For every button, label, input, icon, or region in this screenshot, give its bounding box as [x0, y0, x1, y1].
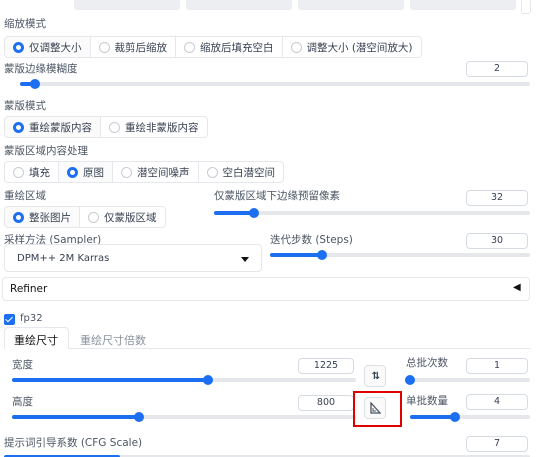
- mask-blur-slider[interactable]: [20, 79, 530, 89]
- radio-selected-icon: [67, 166, 78, 178]
- caret-down-icon: [241, 257, 249, 262]
- masked-content-option[interactable]: 空白潜空间: [198, 161, 284, 183]
- steps-input[interactable]: 30: [466, 233, 528, 249]
- radio-icon: [184, 41, 195, 53]
- steps-label: 迭代步数 (Steps): [270, 234, 353, 246]
- slider-thumb[interactable]: [203, 375, 214, 385]
- cfg-scale-label: 提示词引导系数 (CFG Scale): [4, 437, 143, 449]
- tab-resize-to-label: 重绘尺寸: [14, 334, 58, 347]
- mask-mode-group: 重绘蒙版内容 重绘非蒙版内容: [4, 116, 208, 138]
- batch-count-slider[interactable]: [405, 375, 530, 385]
- height-input[interactable]: 800: [298, 395, 354, 411]
- masked-content-option[interactable]: 填充: [4, 161, 59, 183]
- top-tab[interactable]: [74, 0, 180, 10]
- height-label: 高度: [12, 396, 33, 408]
- masked-content-group: 填充 原图 潜空间噪声 空白潜空间: [4, 161, 284, 183]
- radio-selected-icon: [13, 41, 24, 53]
- triangle-ruler-icon: [370, 402, 381, 414]
- radio-icon: [88, 211, 99, 223]
- radio-icon: [121, 166, 132, 178]
- inpaint-area-group: 整张图片 仅蒙版区域: [4, 206, 166, 228]
- radio-icon: [109, 121, 120, 133]
- mask-blur-input[interactable]: 2: [466, 61, 528, 77]
- tab-resize-by-label[interactable]: 重绘尺寸倍数: [80, 332, 146, 348]
- inpaint-area-label: 重绘区域: [4, 190, 46, 202]
- slider-thumb[interactable]: [317, 250, 327, 260]
- masked-content-label: 蒙版区域内容处理: [4, 145, 88, 157]
- radio-icon: [290, 41, 302, 53]
- top-tab[interactable]: [521, 0, 531, 14]
- aspect-ratio-button[interactable]: [364, 397, 386, 419]
- height-slider[interactable]: [12, 412, 356, 422]
- masked-content-option[interactable]: 潜空间噪声: [113, 161, 199, 183]
- resize-mode-label: 缩放模式: [4, 18, 46, 30]
- inpaint-area-option[interactable]: 整张图片: [4, 206, 80, 228]
- fp32-checkbox[interactable]: [4, 314, 15, 325]
- radio-icon: [206, 166, 218, 178]
- sampler-value: DPM++ 2M Karras: [17, 253, 110, 264]
- swap-vertical-icon: ⇅: [371, 370, 381, 382]
- resize-mode-option[interactable]: 裁剪后缩放: [90, 36, 176, 58]
- refiner-accordion[interactable]: Refiner ◀: [2, 277, 530, 301]
- inpaint-area-option[interactable]: 仅蒙版区域: [80, 206, 166, 228]
- slider-thumb[interactable]: [30, 79, 41, 89]
- resize-mode-option[interactable]: 仅调整大小: [4, 36, 91, 58]
- resize-mode-option[interactable]: 缩放后填充空白: [176, 36, 283, 58]
- radio-icon: [13, 166, 24, 178]
- slider-thumb[interactable]: [248, 208, 259, 218]
- width-label: 宽度: [12, 359, 33, 371]
- batch-count-input[interactable]: 1: [466, 358, 528, 374]
- batch-size-label: 单批数量: [406, 395, 448, 407]
- resize-mode-group: 仅调整大小 裁剪后缩放 缩放后填充空白 调整大小 (潜空间放大): [4, 36, 422, 58]
- batch-size-input[interactable]: 4: [466, 394, 528, 410]
- top-tab[interactable]: [298, 0, 404, 10]
- fp32-label: fp32: [20, 313, 43, 324]
- tab-bar-line: [69, 348, 530, 349]
- swap-dimensions-button[interactable]: ⇅: [364, 365, 386, 387]
- radio-icon: [98, 41, 110, 53]
- radio-selected-icon: [13, 121, 24, 133]
- radio-selected-icon: [13, 211, 24, 223]
- top-tab[interactable]: [410, 0, 516, 10]
- batch-size-slider[interactable]: [410, 412, 530, 422]
- mask-mode-option[interactable]: 重绘蒙版内容: [4, 116, 101, 138]
- sampler-dropdown[interactable]: DPM++ 2M Karras: [4, 244, 262, 272]
- check-icon: [5, 314, 13, 323]
- width-input[interactable]: 1225: [298, 358, 354, 374]
- masked-content-option[interactable]: 原图: [59, 161, 113, 183]
- slider-thumb[interactable]: [450, 412, 460, 422]
- mask-blur-label: 蒙版边缘模糊度: [4, 63, 78, 75]
- mask-mode-label: 蒙版模式: [4, 100, 46, 112]
- refiner-label: Refiner: [10, 283, 48, 295]
- padding-input[interactable]: 32: [466, 190, 528, 206]
- collapse-arrow-icon: ◀: [513, 282, 521, 293]
- batch-count-label: 总批次数: [406, 357, 448, 369]
- resize-mode-option[interactable]: 调整大小 (潜空间放大): [282, 36, 422, 58]
- padding-slider[interactable]: [214, 208, 530, 218]
- padding-label: 仅蒙版区域下边缘预留像素: [214, 190, 340, 202]
- width-slider[interactable]: [12, 375, 356, 385]
- mask-mode-option[interactable]: 重绘非蒙版内容: [101, 116, 208, 138]
- cfg-scale-input[interactable]: 7: [466, 436, 528, 452]
- steps-slider[interactable]: [270, 250, 530, 260]
- slider-thumb[interactable]: [405, 375, 415, 385]
- top-tab[interactable]: [186, 0, 292, 10]
- slider-thumb[interactable]: [134, 412, 145, 422]
